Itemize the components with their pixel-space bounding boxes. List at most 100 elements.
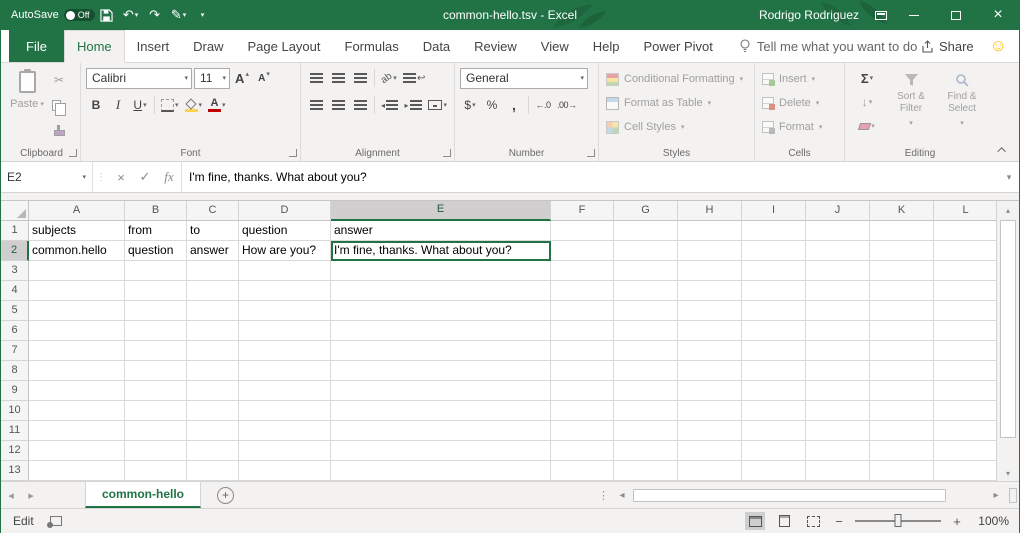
cell-k4[interactable] — [870, 281, 934, 301]
column-header-g[interactable]: G — [614, 201, 678, 221]
cell-k2[interactable] — [870, 241, 934, 261]
column-header-j[interactable]: J — [806, 201, 870, 221]
row-header-3[interactable]: 3 — [1, 261, 29, 281]
cell-k7[interactable] — [870, 341, 934, 361]
decrease-decimal-button[interactable]: .00→ — [555, 94, 579, 116]
cell-h12[interactable] — [678, 441, 742, 461]
cell-f9[interactable] — [551, 381, 614, 401]
cell-f2[interactable] — [551, 241, 614, 261]
font-dialog-launcher[interactable] — [289, 149, 297, 157]
cell-l10[interactable] — [934, 401, 998, 421]
fill-button[interactable]: ↓▾ — [850, 91, 884, 113]
bold-button[interactable]: B — [86, 94, 106, 116]
cell-e8[interactable] — [331, 361, 551, 381]
tab-formulas[interactable]: Formulas — [333, 30, 411, 62]
cell-h1[interactable] — [678, 221, 742, 241]
format-as-table-button[interactable]: Format as Table▾ — [604, 91, 749, 115]
cell-i10[interactable] — [742, 401, 806, 421]
merge-center-button[interactable]: ▾ — [426, 94, 449, 116]
tab-file[interactable]: File — [9, 30, 64, 62]
cell-k10[interactable] — [870, 401, 934, 421]
vertical-scrollbar[interactable]: ▴ ▾ — [996, 201, 1019, 481]
row-header-12[interactable]: 12 — [1, 441, 29, 461]
comma-style-button[interactable]: , — [504, 94, 524, 116]
cell-i4[interactable] — [742, 281, 806, 301]
customize-quick-access-button[interactable]: ▾ — [191, 0, 215, 30]
column-header-h[interactable]: H — [678, 201, 742, 221]
cell-e10[interactable] — [331, 401, 551, 421]
cell-g7[interactable] — [614, 341, 678, 361]
cell-g2[interactable] — [614, 241, 678, 261]
cell-j3[interactable] — [806, 261, 870, 281]
cell-a8[interactable] — [29, 361, 125, 381]
zoom-in-button[interactable]: + — [950, 514, 964, 529]
cell-i9[interactable] — [742, 381, 806, 401]
cell-f11[interactable] — [551, 421, 614, 441]
decrease-indent-button[interactable]: ◂ — [379, 94, 401, 116]
cell-j13[interactable] — [806, 461, 870, 481]
number-format-select[interactable]: General▾ — [460, 68, 588, 89]
cell-k8[interactable] — [870, 361, 934, 381]
row-header-11[interactable]: 11 — [1, 421, 29, 441]
percent-style-button[interactable]: % — [482, 94, 502, 116]
wrap-text-button[interactable]: ↩ — [401, 67, 427, 89]
cell-h3[interactable] — [678, 261, 742, 281]
cell-e5[interactable] — [331, 301, 551, 321]
row-header-4[interactable]: 4 — [1, 281, 29, 301]
cell-a5[interactable] — [29, 301, 125, 321]
increase-indent-button[interactable]: ▸ — [402, 94, 424, 116]
cell-l5[interactable] — [934, 301, 998, 321]
collapse-ribbon-button[interactable] — [995, 144, 1011, 156]
cell-d13[interactable] — [239, 461, 331, 481]
touch-mouse-mode-button[interactable]: ✎▾ — [167, 0, 191, 30]
cell-g4[interactable] — [614, 281, 678, 301]
zoom-out-button[interactable]: − — [832, 514, 846, 529]
cell-l9[interactable] — [934, 381, 998, 401]
cell-g10[interactable] — [614, 401, 678, 421]
cell-b5[interactable] — [125, 301, 187, 321]
cell-a6[interactable] — [29, 321, 125, 341]
borders-button[interactable]: ▾ — [159, 94, 181, 116]
cell-h8[interactable] — [678, 361, 742, 381]
copy-button[interactable]: ▾ — [49, 94, 69, 116]
conditional-formatting-button[interactable]: Conditional Formatting▾ — [604, 67, 749, 91]
previous-sheet-button[interactable]: ◂ — [1, 482, 21, 508]
increase-decimal-button[interactable]: ←.0 — [533, 94, 553, 116]
cell-b2[interactable]: question — [125, 241, 187, 261]
number-dialog-launcher[interactable] — [587, 149, 595, 157]
cell-a13[interactable] — [29, 461, 125, 481]
cell-e2[interactable]: I'm fine, thanks. What about you? — [331, 241, 551, 261]
cell-g12[interactable] — [614, 441, 678, 461]
cell-b13[interactable] — [125, 461, 187, 481]
cell-d4[interactable] — [239, 281, 331, 301]
cell-a1[interactable]: subjects — [29, 221, 125, 241]
cell-i3[interactable] — [742, 261, 806, 281]
cell-f8[interactable] — [551, 361, 614, 381]
font-size-select[interactable]: 11▾ — [194, 68, 230, 89]
cell-f6[interactable] — [551, 321, 614, 341]
undo-button[interactable]: ↶▾ — [119, 0, 143, 30]
page-break-view-button[interactable] — [803, 512, 823, 530]
cell-i7[interactable] — [742, 341, 806, 361]
cell-c12[interactable] — [187, 441, 239, 461]
format-cells-button[interactable]: Format▾ — [760, 115, 839, 139]
cell-i12[interactable] — [742, 441, 806, 461]
bottom-align-button[interactable] — [350, 67, 370, 89]
row-header-5[interactable]: 5 — [1, 301, 29, 321]
cell-f10[interactable] — [551, 401, 614, 421]
cell-i1[interactable] — [742, 221, 806, 241]
normal-view-button[interactable] — [745, 512, 765, 530]
cell-l8[interactable] — [934, 361, 998, 381]
select-all-button[interactable] — [1, 201, 29, 221]
cell-e6[interactable] — [331, 321, 551, 341]
cell-j1[interactable] — [806, 221, 870, 241]
cell-c2[interactable]: answer — [187, 241, 239, 261]
tab-power-pivot[interactable]: Power Pivot — [632, 30, 725, 62]
page-layout-view-button[interactable] — [774, 512, 794, 530]
row-header-9[interactable]: 9 — [1, 381, 29, 401]
accounting-format-button[interactable]: $▾ — [460, 94, 480, 116]
cell-g8[interactable] — [614, 361, 678, 381]
cell-c11[interactable] — [187, 421, 239, 441]
row-header-7[interactable]: 7 — [1, 341, 29, 361]
cell-c10[interactable] — [187, 401, 239, 421]
